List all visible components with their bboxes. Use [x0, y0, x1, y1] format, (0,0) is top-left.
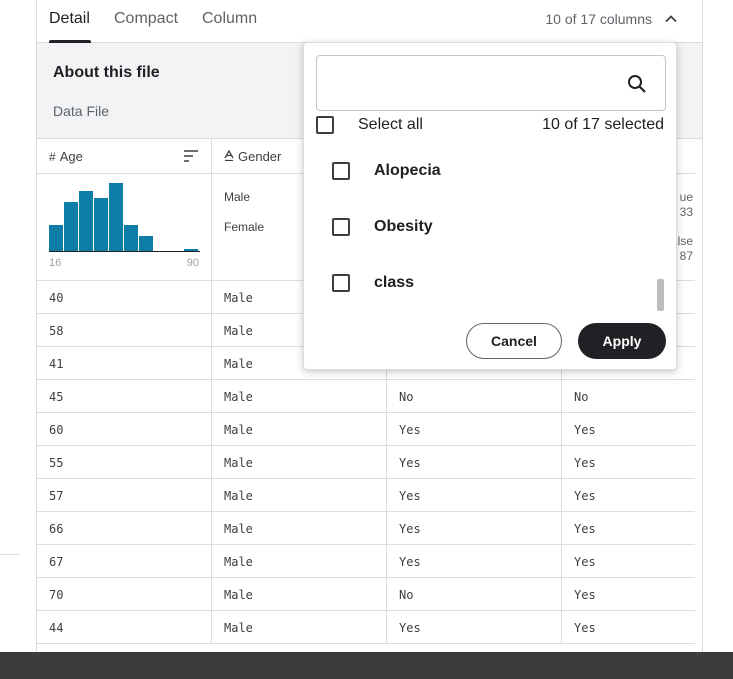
selected-count: 10 of 17 selected	[542, 116, 664, 133]
table-row: 44 Male Yes Yes	[37, 611, 695, 644]
about-subtitle: Data File	[53, 103, 110, 119]
table-cell: Yes	[574, 422, 596, 437]
dropdown-scrollbar[interactable]	[657, 279, 664, 311]
option-label-obesity[interactable]: Obesity	[374, 218, 433, 236]
histogram-bar[interactable]	[79, 191, 93, 251]
cancel-button[interactable]: Cancel	[466, 323, 562, 359]
table-cell: 57	[37, 479, 212, 512]
table-cell: Male	[212, 479, 387, 512]
table-cell: 45	[37, 380, 212, 413]
tab-detail[interactable]: Detail	[49, 10, 90, 28]
table-cell: 70	[37, 578, 212, 611]
age-histogram	[49, 183, 200, 252]
table-cell: Male	[212, 578, 387, 611]
true-count: 33	[679, 205, 693, 219]
table-cell: 40	[37, 281, 212, 314]
option-checkbox-class[interactable]	[332, 274, 350, 292]
table-cell: Yes	[574, 554, 596, 569]
gender-value-female: Female	[224, 220, 265, 234]
select-all-checkbox[interactable]	[316, 116, 334, 134]
chevron-up-icon	[664, 12, 678, 26]
column-header-label: Gender	[238, 149, 282, 164]
left-divider	[0, 554, 20, 555]
table-cell: Yes	[574, 455, 596, 470]
column-header-label: Age	[59, 149, 83, 164]
histogram-max-label: 90	[186, 257, 199, 269]
option-checkbox-obesity[interactable]	[332, 218, 350, 236]
table-cell: Male	[212, 545, 387, 578]
table-cell: Male	[212, 380, 387, 413]
table-cell: Male	[212, 446, 387, 479]
histogram-bar[interactable]	[49, 225, 63, 251]
table-cell: No	[387, 578, 562, 611]
table-cell: Yes	[387, 479, 562, 512]
column-header-age[interactable]: # Age	[37, 139, 212, 174]
column-count-label: 10 of 17 columns	[545, 11, 652, 27]
table-cell: Yes	[574, 488, 596, 503]
table-cell: Male	[212, 413, 387, 446]
option-checkbox-alopecia[interactable]	[332, 162, 350, 180]
text-type-icon	[224, 149, 234, 164]
option-label-alopecia[interactable]: Alopecia	[374, 162, 441, 180]
table-cell: Yes	[574, 587, 596, 602]
column-selector-toggle[interactable]: 10 of 17 columns	[545, 11, 678, 27]
column-search-box[interactable]	[316, 55, 666, 111]
table-cell: No	[387, 380, 562, 413]
table-cell: Yes	[387, 545, 562, 578]
table-row: 57 Male Yes Yes	[37, 479, 695, 512]
table-cell: Yes	[387, 512, 562, 545]
histogram-min-label: 16	[49, 257, 62, 269]
table-cell: Yes	[387, 611, 562, 644]
table-cell: 44	[37, 611, 212, 644]
table-row: 67 Male Yes Yes	[37, 545, 695, 578]
table-row: 66 Male Yes Yes	[37, 512, 695, 545]
numeric-type-icon: #	[49, 149, 56, 164]
table-cell: Yes	[574, 620, 596, 635]
table-cell: 60	[37, 413, 212, 446]
apply-button[interactable]: Apply	[578, 323, 666, 359]
table-cell: 67	[37, 545, 212, 578]
true-label: ue	[679, 190, 693, 204]
false-count: 87	[679, 249, 693, 263]
table-cell: No	[574, 389, 589, 404]
bottom-bar	[0, 652, 733, 679]
view-tabs: Detail Compact Column 10 of 17 columns	[37, 0, 702, 43]
table-cell: Yes	[574, 521, 596, 536]
gender-value-male: Male	[224, 190, 251, 204]
table-row: 45 Male No No	[37, 380, 695, 413]
select-all-label[interactable]: Select all	[358, 116, 423, 134]
table-cell: 41	[37, 347, 212, 380]
histogram-bar[interactable]	[64, 202, 78, 251]
search-icon[interactable]	[627, 74, 647, 99]
table-cell: 55	[37, 446, 212, 479]
table-cell: Yes	[387, 413, 562, 446]
histogram-bar[interactable]	[109, 183, 123, 251]
sort-icon[interactable]	[183, 149, 199, 166]
table-cell: 58	[37, 314, 212, 347]
about-title: About this file	[53, 64, 160, 81]
tab-compact[interactable]: Compact	[114, 10, 178, 28]
tab-column[interactable]: Column	[202, 10, 257, 28]
table-cell: Male	[212, 611, 387, 644]
column-search-input[interactable]	[329, 72, 619, 96]
table-cell: Male	[212, 512, 387, 545]
table-row: 70 Male No Yes	[37, 578, 695, 611]
age-histogram-cell: 16 90	[37, 174, 212, 281]
table-row: 60 Male Yes Yes	[37, 413, 695, 446]
option-label-class[interactable]: class	[374, 274, 414, 292]
histogram-bar[interactable]	[184, 249, 198, 251]
histogram-bar[interactable]	[94, 198, 108, 251]
table-cell: Yes	[387, 446, 562, 479]
histogram-bar[interactable]	[124, 225, 138, 251]
histogram-bar[interactable]	[139, 236, 153, 251]
column-selector-dropdown: Select all 10 of 17 selected Alopecia Ob…	[303, 42, 677, 370]
table-cell: 66	[37, 512, 212, 545]
table-row: 55 Male Yes Yes	[37, 446, 695, 479]
